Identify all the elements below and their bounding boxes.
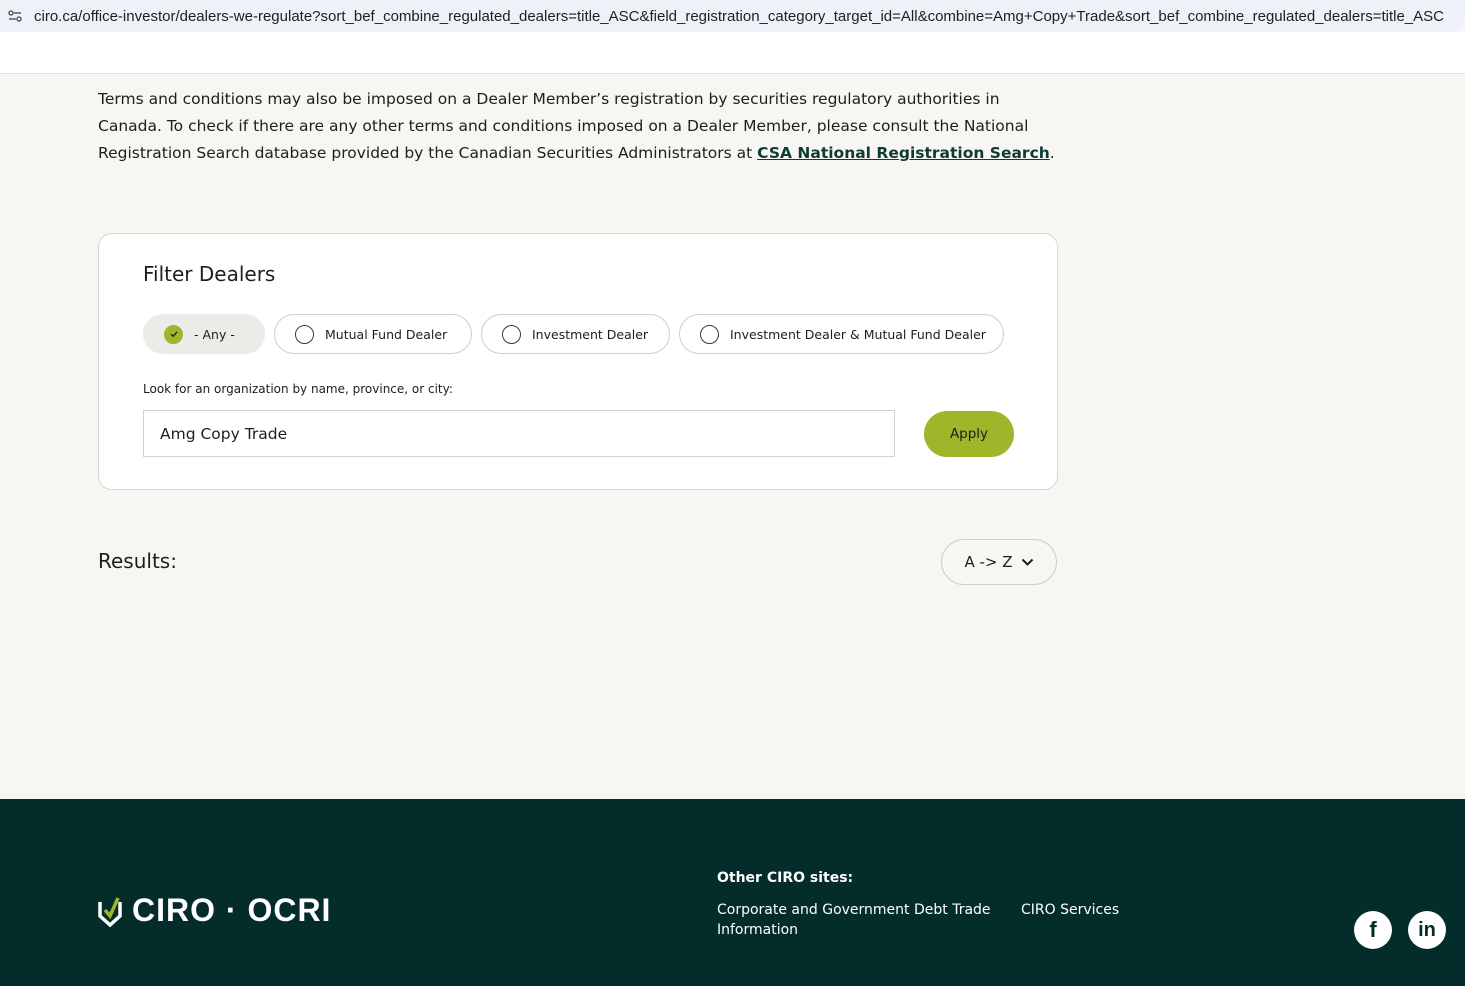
results-label: Results: <box>98 549 177 573</box>
ciro-shield-icon <box>98 896 122 927</box>
radio-icon <box>700 324 719 344</box>
browser-address-bar[interactable]: ciro.ca/office-investor/dealers-we-regul… <box>0 0 1465 32</box>
site-footer: CIRO · OCRI Other CIRO sites: Corporate … <box>0 799 1465 986</box>
filter-option-investment-and-mutual-fund-dealer[interactable]: Investment Dealer & Mutual Fund Dealer <box>679 314 1004 354</box>
filter-option-any[interactable]: - Any - <box>143 314 265 354</box>
search-label: Look for an organization by name, provin… <box>143 382 453 396</box>
filter-option-label: Investment Dealer <box>532 326 649 342</box>
other-sites-title: Other CIRO sites: <box>717 870 854 886</box>
url-text[interactable]: ciro.ca/office-investor/dealers-we-regul… <box>34 8 1444 25</box>
filter-option-investment-dealer[interactable]: Investment Dealer <box>481 314 670 354</box>
footer-link-debt-trade[interactable]: Corporate and Government Debt Trade Info… <box>717 900 1007 940</box>
filter-option-label: Investment Dealer & Mutual Fund Dealer <box>730 326 986 342</box>
filter-option-label: - Any - <box>194 326 235 342</box>
intro-paragraph: Terms and conditions may also be imposed… <box>98 86 1058 167</box>
facebook-icon[interactable]: f <box>1354 911 1392 949</box>
chevron-down-icon <box>1021 558 1033 566</box>
search-input[interactable] <box>143 410 895 457</box>
linkedin-icon[interactable]: in <box>1408 911 1446 949</box>
apply-button[interactable]: Apply <box>924 411 1014 457</box>
radio-icon <box>502 324 521 344</box>
sort-dropdown[interactable]: A -> Z <box>941 539 1057 585</box>
intro-end: . <box>1049 144 1055 162</box>
ciro-logo[interactable]: CIRO · OCRI <box>98 892 331 929</box>
filter-dealers-card: Filter Dealers - Any - Mutual Fund Deale… <box>98 233 1058 490</box>
radio-icon <box>295 324 314 344</box>
filter-option-label: Mutual Fund Dealer <box>325 326 448 342</box>
filter-title: Filter Dealers <box>143 262 276 286</box>
site-settings-icon[interactable] <box>8 9 22 23</box>
csa-registration-link[interactable]: CSA National Registration Search <box>757 144 1050 162</box>
site-header <box>0 32 1465 74</box>
logo-text: CIRO · OCRI <box>132 892 332 928</box>
check-icon <box>164 324 183 344</box>
footer-link-ciro-services[interactable]: CIRO Services <box>1021 900 1119 920</box>
filter-option-mutual-fund-dealer[interactable]: Mutual Fund Dealer <box>274 314 472 354</box>
sort-label: A -> Z <box>964 553 1013 571</box>
